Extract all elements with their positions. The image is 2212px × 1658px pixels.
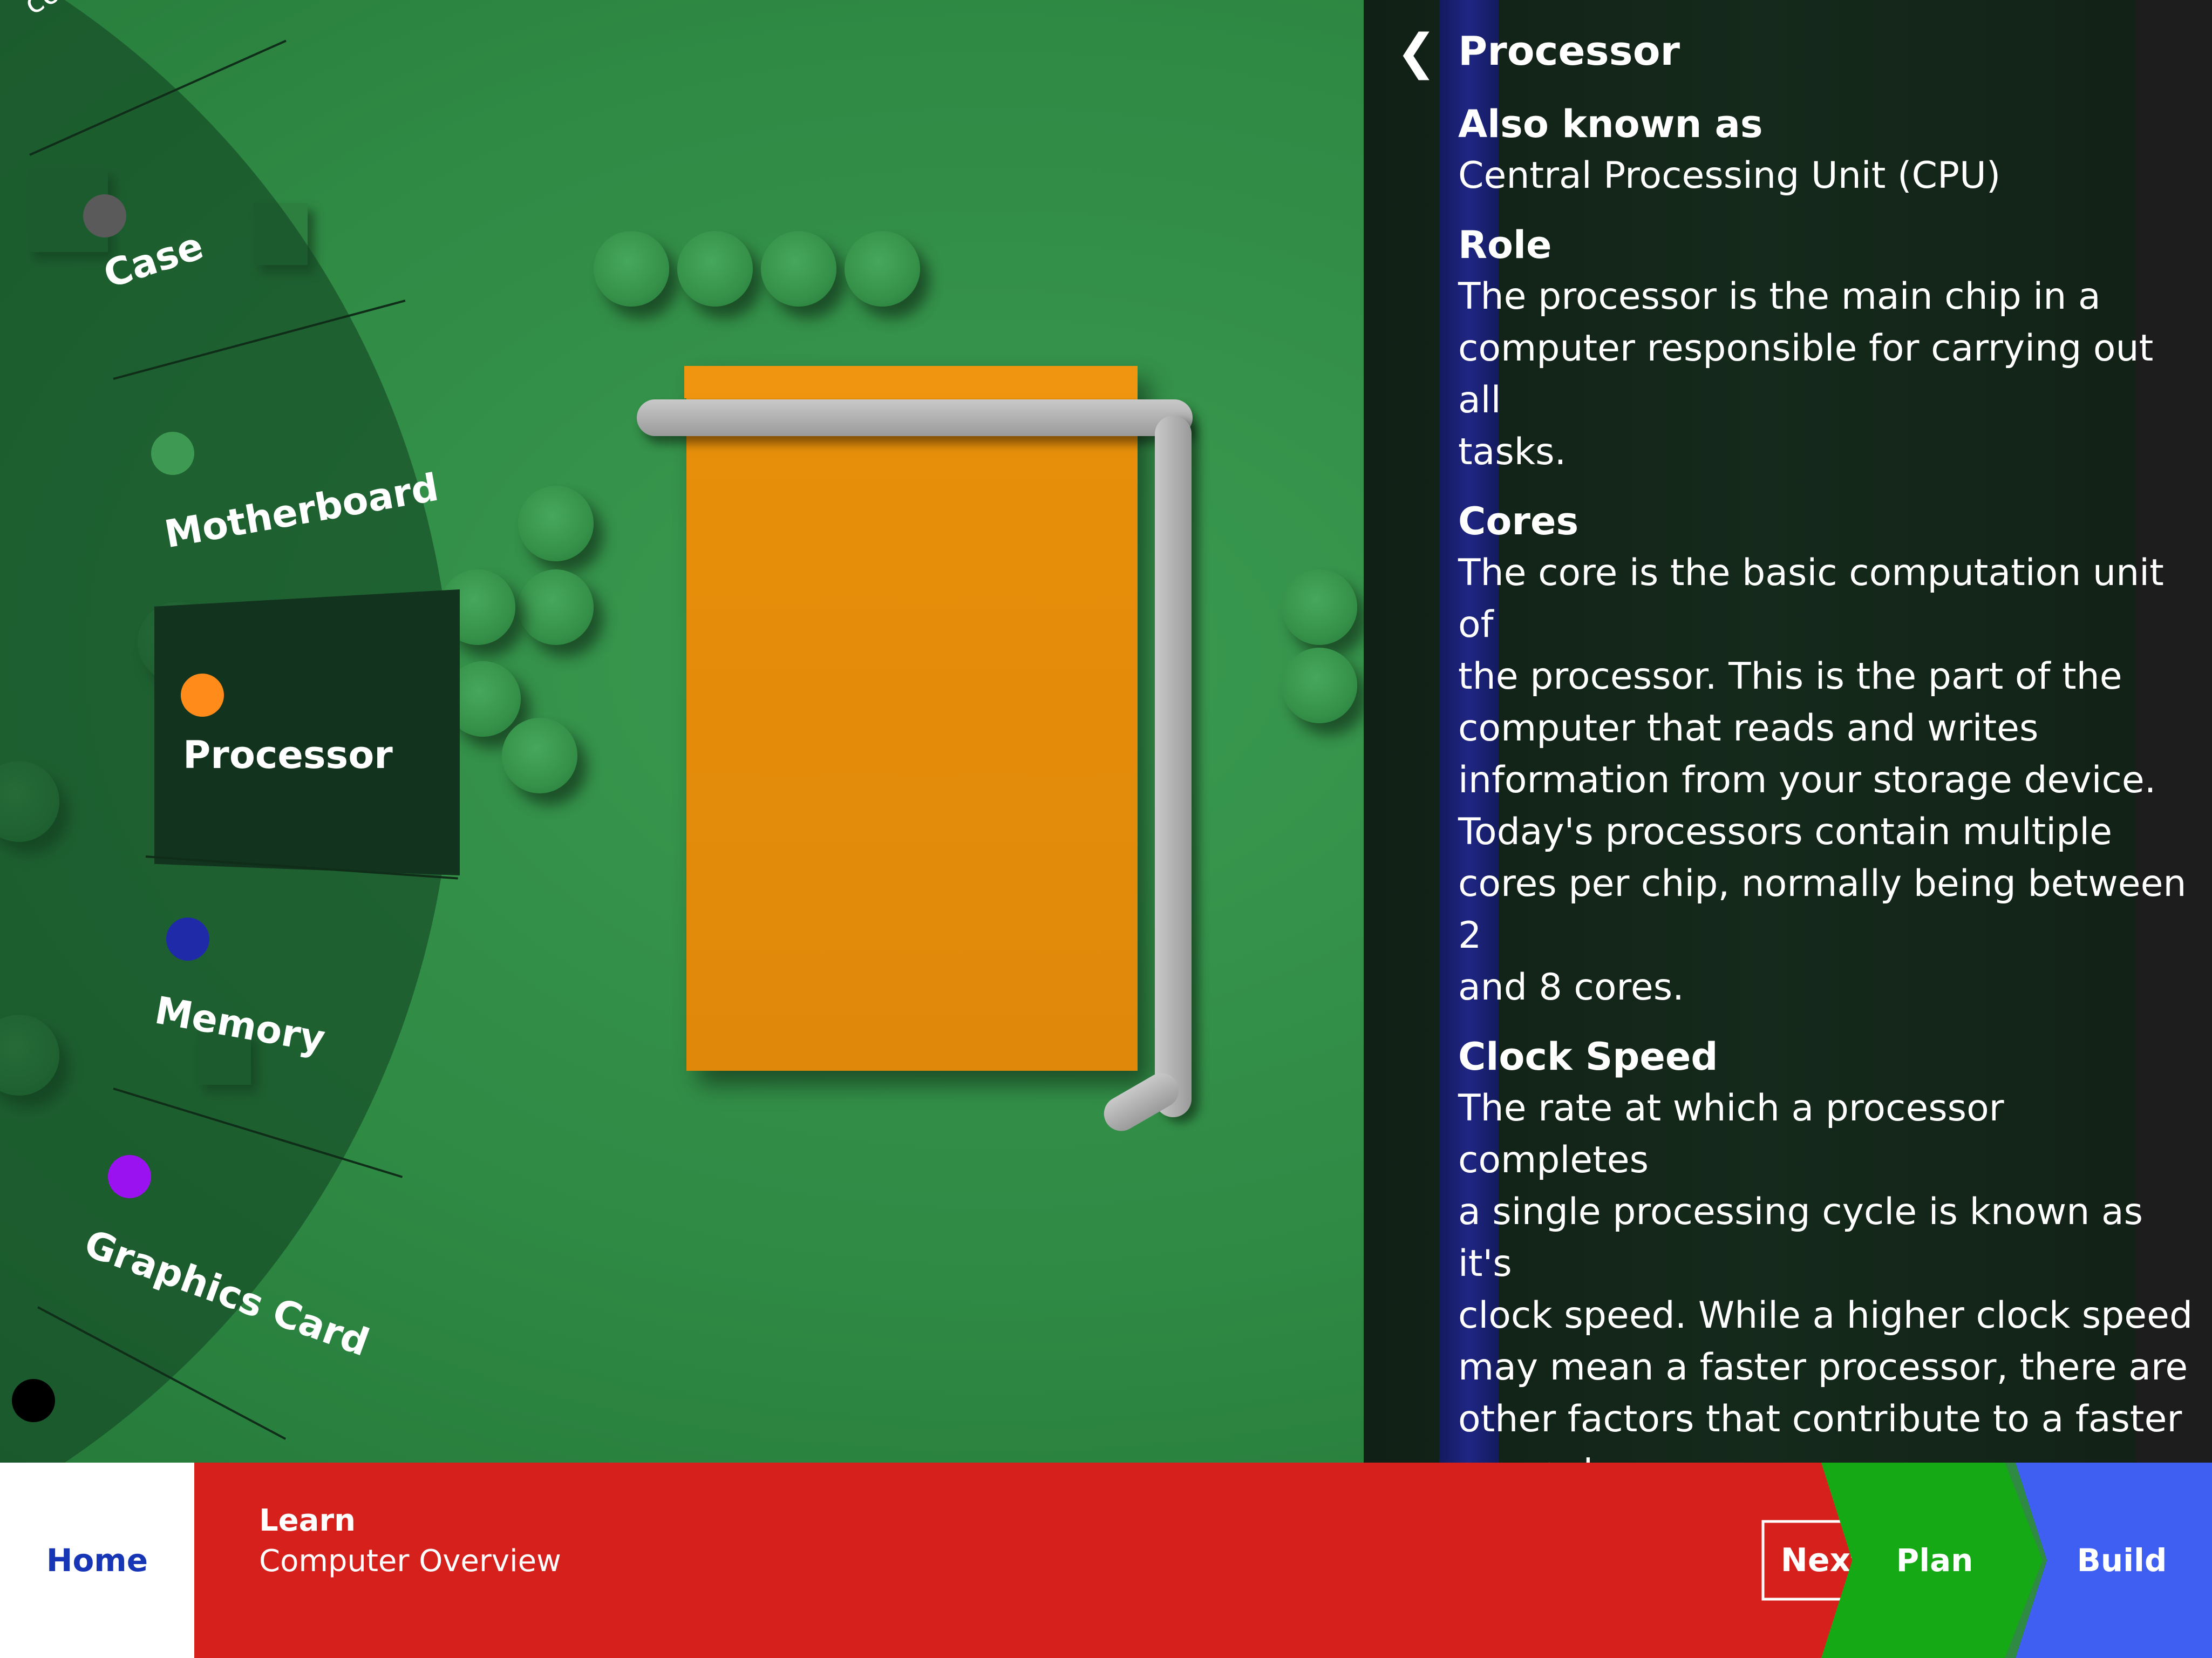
section-body-line: and 8 cores. xyxy=(1458,966,1684,1009)
section-body-line: The rate at which a processor completes xyxy=(1458,1087,2004,1181)
home-button[interactable]: Home xyxy=(0,1463,194,1658)
section-body-line: tasks. xyxy=(1458,431,1567,473)
section-body-line: other factors that contribute to a faste… xyxy=(1458,1398,2182,1440)
plan-button[interactable]: Plan xyxy=(1821,1463,2043,1658)
socket-lever-arm xyxy=(1155,416,1192,1117)
build-label: Build xyxy=(2077,1542,2167,1579)
case-dot-icon xyxy=(83,194,126,237)
bottom-nav-bar: Home Learn Computer Overview Next Step P… xyxy=(0,1463,2212,1658)
capacitor xyxy=(1282,569,1357,645)
panel-content: ❮ Processor Also known as Central Process… xyxy=(1396,22,2203,1463)
info-section: Cores The core is the basic computation u… xyxy=(1458,495,2203,1014)
capacitor xyxy=(1282,648,1357,723)
info-section: Clock Speed The rate at which a processor… xyxy=(1458,1031,2203,1463)
selected-sector xyxy=(154,589,460,875)
plan-label: Plan xyxy=(1896,1542,1973,1579)
component-dot-icon xyxy=(12,1379,55,1422)
section-body-line: a single processing cycle is known as it… xyxy=(1458,1191,2143,1285)
motherboard-dot-icon xyxy=(151,432,194,475)
capacitor xyxy=(845,231,920,307)
memory-dot-icon xyxy=(166,918,209,961)
processor-dot-icon xyxy=(181,674,224,717)
section-body-line: information from your storage device. xyxy=(1458,759,2156,801)
section-body-line: The core is the basic computation unit o… xyxy=(1458,552,2164,646)
panel-title: Processor xyxy=(1458,28,1680,74)
learn-section: Learn Computer Overview Next Step xyxy=(194,1463,1995,1658)
section-body-line: Today's processors contain multiple xyxy=(1458,811,2113,853)
menu-item-label: Processor xyxy=(183,733,393,777)
section-body-line: The processor is the main chip in a xyxy=(1458,275,2101,318)
section-body-line: computer responsible for carrying out al… xyxy=(1458,327,2154,422)
socket-lever-foot xyxy=(1098,1066,1185,1138)
section-heading: Also known as xyxy=(1458,102,1763,146)
section-body-line: may mean a faster processor, there are xyxy=(1458,1346,2188,1389)
info-panel: ❮ Processor Also known as Central Process… xyxy=(1364,0,2212,1463)
section-body-line: Central Processing Unit (CPU) xyxy=(1458,154,2001,197)
build-button[interactable]: Build xyxy=(2016,1463,2212,1658)
graphics-card-dot-icon xyxy=(108,1155,151,1198)
section-heading: Clock Speed xyxy=(1458,1035,1718,1079)
learn-subtitle: Computer Overview xyxy=(259,1544,561,1579)
home-label: Home xyxy=(46,1542,148,1579)
section-heading: Cores xyxy=(1458,499,1579,543)
section-body-line: computer that reads and writes xyxy=(1458,707,2039,750)
section-body-line: clock speed. While a higher clock speed xyxy=(1458,1294,2193,1337)
section-heading: Role xyxy=(1458,223,1552,267)
section-body-line: computer. xyxy=(1458,1445,2203,1463)
capacitor xyxy=(761,231,836,307)
info-section: Role The processor is the main chip in a c… xyxy=(1458,219,2203,478)
chevron-left-icon[interactable]: ❮ xyxy=(1396,28,1437,77)
panel-sections: Also known as Central Processing Unit (CP… xyxy=(1458,98,2203,1463)
section-body-line: the processor. This is the part of the xyxy=(1458,655,2122,698)
info-section: Also known as Central Processing Unit (CP… xyxy=(1458,98,2203,202)
learn-title: Learn xyxy=(259,1503,356,1538)
section-body-line: cores per chip, normally being between 2 xyxy=(1458,862,2187,957)
component-wheel-menu: comp Case Motherboard Processor Memory G… xyxy=(0,0,756,1463)
